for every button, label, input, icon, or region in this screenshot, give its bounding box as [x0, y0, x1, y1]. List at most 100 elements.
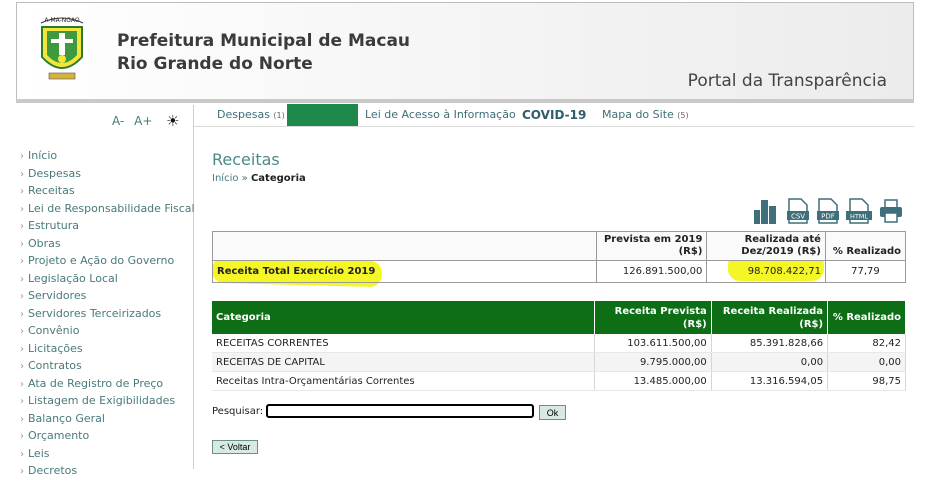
org-name-line1: Prefeitura Municipal de Macau: [117, 31, 411, 51]
nav-despesas[interactable]: Despesas (1): [217, 104, 285, 126]
summary-realizada: 98.708.422,71: [706, 260, 826, 283]
font-size-controls: A- A+: [112, 114, 158, 128]
category-realizada: 85.391.828,66: [711, 334, 829, 353]
sidebar-item-receitas[interactable]: › Receitas: [20, 182, 195, 200]
sidebar-item-balanco[interactable]: › Balanço Geral: [20, 410, 195, 428]
csv-icon[interactable]: CSV: [786, 198, 810, 224]
sidebar-item-convenio[interactable]: › Convênio: [20, 322, 195, 340]
chevron-right-icon: ›: [20, 168, 24, 180]
chevron-right-icon: ›: [20, 431, 24, 442]
sidebar-item-leis[interactable]: › Leis: [20, 445, 195, 463]
chart-icon[interactable]: [752, 198, 778, 224]
page-title: Receitas: [212, 150, 280, 169]
chevron-right-icon: ›: [20, 221, 24, 232]
category-name[interactable]: Receitas Intra-Orçamentárias Correntes: [212, 371, 596, 391]
nav-receitas[interactable]: Receitas: [287, 104, 358, 126]
chevron-right-icon: ›: [20, 326, 24, 337]
nav-lei-acesso[interactable]: Lei de Acesso à Informação: [365, 104, 516, 126]
sidebar-item-despesas[interactable]: › Despesas: [20, 165, 195, 183]
sidebar-item-terceirizados[interactable]: › Servidores Terceirizados: [20, 305, 195, 323]
site-header: A-MA-NGAO Prefeitura Municipal de Macau …: [16, 2, 914, 100]
print-icon[interactable]: [878, 198, 904, 224]
header-divider: [16, 99, 914, 103]
chevron-right-icon: ›: [20, 361, 24, 372]
sidebar-item-licitacoes[interactable]: › Licitações: [20, 340, 195, 358]
category-name[interactable]: RECEITAS DE CAPITAL: [212, 352, 596, 372]
chevron-right-icon: ›: [20, 203, 24, 215]
sidebar-item-legislacao[interactable]: › Legislação Local: [20, 270, 195, 288]
sidebar-item-orcamento[interactable]: › Orçamento: [20, 427, 195, 445]
nav-covid[interactable]: COVID-19: [522, 104, 586, 126]
category-name[interactable]: RECEITAS CORRENTES: [212, 334, 596, 353]
sidebar-item-exigibilidades[interactable]: › Listagem de Exigibilidades: [20, 392, 195, 410]
table-row[interactable]: RECEITAS DE CAPITAL 9.795.000,00 0,00 0,…: [212, 352, 906, 372]
category-prevista: 103.611.500,00: [594, 334, 712, 353]
summary-row-label: Receita Total Exercício 2019: [212, 260, 597, 283]
chevron-right-icon: ›: [20, 273, 24, 285]
category-realizada: 13.316.594,05: [711, 371, 829, 391]
chevron-right-icon: ›: [20, 308, 24, 320]
search-ok-button[interactable]: Ok: [539, 405, 566, 420]
html-icon[interactable]: HTML: [846, 198, 872, 224]
font-decrease-button[interactable]: A-: [112, 114, 124, 128]
col-header-categoria[interactable]: Categoria: [212, 301, 596, 334]
nav-mapa-site[interactable]: Mapa do Site (5): [602, 104, 689, 126]
sidebar-menu: › Início › Despesas › Receitas › Lei de Resp…: [20, 147, 195, 480]
sidebar-item-projeto[interactable]: › Projeto e Ação do Governo: [20, 252, 195, 270]
svg-text:CSV: CSV: [791, 213, 805, 221]
col-header-prevista[interactable]: Receita Prevista (R$): [594, 301, 712, 334]
col-header-realizada[interactable]: Receita Realizada (R$): [711, 301, 829, 334]
municipal-coat-of-arms-logo[interactable]: A-MA-NGAO: [37, 13, 87, 85]
summary-percent: 77,79: [824, 260, 907, 283]
sidebar-item-obras[interactable]: › Obras: [20, 235, 195, 253]
svg-text:PDF: PDF: [821, 213, 835, 221]
svg-text:HTML: HTML: [850, 213, 868, 221]
portal-title: Portal da Transparência: [687, 71, 887, 91]
chevron-right-icon: ›: [20, 151, 24, 162]
sidebar-item-estrutura[interactable]: › Estrutura: [20, 217, 195, 235]
breadcrumb-separator: »: [241, 173, 248, 184]
table-row[interactable]: Receitas Intra-Orçamentárias Correntes 1…: [212, 371, 906, 391]
summary-header-prevista: Prevista em 2019 (R$): [595, 231, 708, 261]
nav-divider: [194, 126, 914, 127]
sidebar-item-contratos[interactable]: › Contratos: [20, 357, 195, 375]
summary-prevista: 126.891.500,00: [595, 260, 708, 283]
sidebar-item-ata[interactable]: › Ata de Registro de Preço: [20, 375, 195, 393]
summary-header-empty: [212, 231, 597, 261]
chevron-right-icon: ›: [20, 238, 24, 250]
category-prevista: 9.795.000,00: [594, 352, 712, 372]
col-header-percent[interactable]: % Realizado: [827, 301, 906, 334]
category-prevista: 13.485.000,00: [594, 371, 712, 391]
summary-table: Prevista em 2019 (R$) Realizada até Dez/…: [212, 231, 907, 283]
chevron-right-icon: ›: [20, 396, 24, 407]
chevron-right-icon: ›: [20, 466, 24, 477]
category-percent: 0,00: [827, 352, 906, 372]
breadcrumb-home-link[interactable]: Início: [212, 173, 238, 184]
breadcrumb: Início » Categoria: [212, 173, 306, 184]
chevron-right-icon: ›: [20, 343, 24, 355]
chevron-right-icon: ›: [20, 448, 24, 460]
org-name-line2: Rio Grande do Norte: [117, 54, 313, 74]
search-label: Pesquisar:: [212, 406, 264, 417]
chevron-right-icon: ›: [20, 256, 24, 267]
sidebar-item-decretos[interactable]: › Decretos: [20, 462, 195, 480]
sidebar-item-servidores[interactable]: › Servidores: [20, 287, 195, 305]
breadcrumb-current: Categoria: [250, 173, 306, 184]
category-realizada: 0,00: [711, 352, 829, 372]
sidebar-item-inicio[interactable]: › Início: [20, 147, 195, 165]
sidebar-item-lrf[interactable]: › Lei de Responsabilidade Fiscal: [20, 200, 195, 218]
search-input[interactable]: [266, 404, 534, 418]
category-percent: 82,42: [827, 334, 906, 353]
summary-header-percent: % Realizado: [824, 231, 907, 261]
back-button[interactable]: < Voltar: [212, 440, 258, 454]
pdf-icon[interactable]: PDF: [816, 198, 840, 224]
font-increase-button[interactable]: A+: [134, 114, 152, 128]
chevron-right-icon: ›: [20, 291, 24, 302]
summary-header-realizada: Realizada até Dez/2019 (R$): [706, 231, 826, 261]
category-table: Categoria Receita Prevista (R$) Receita …: [212, 301, 906, 391]
chevron-right-icon: ›: [20, 186, 24, 197]
sun-icon[interactable]: ☀: [166, 112, 179, 130]
table-row[interactable]: RECEITAS CORRENTES 103.611.500,00 85.391…: [212, 334, 906, 353]
category-percent: 98,75: [827, 371, 906, 391]
chevron-right-icon: ›: [20, 378, 24, 390]
